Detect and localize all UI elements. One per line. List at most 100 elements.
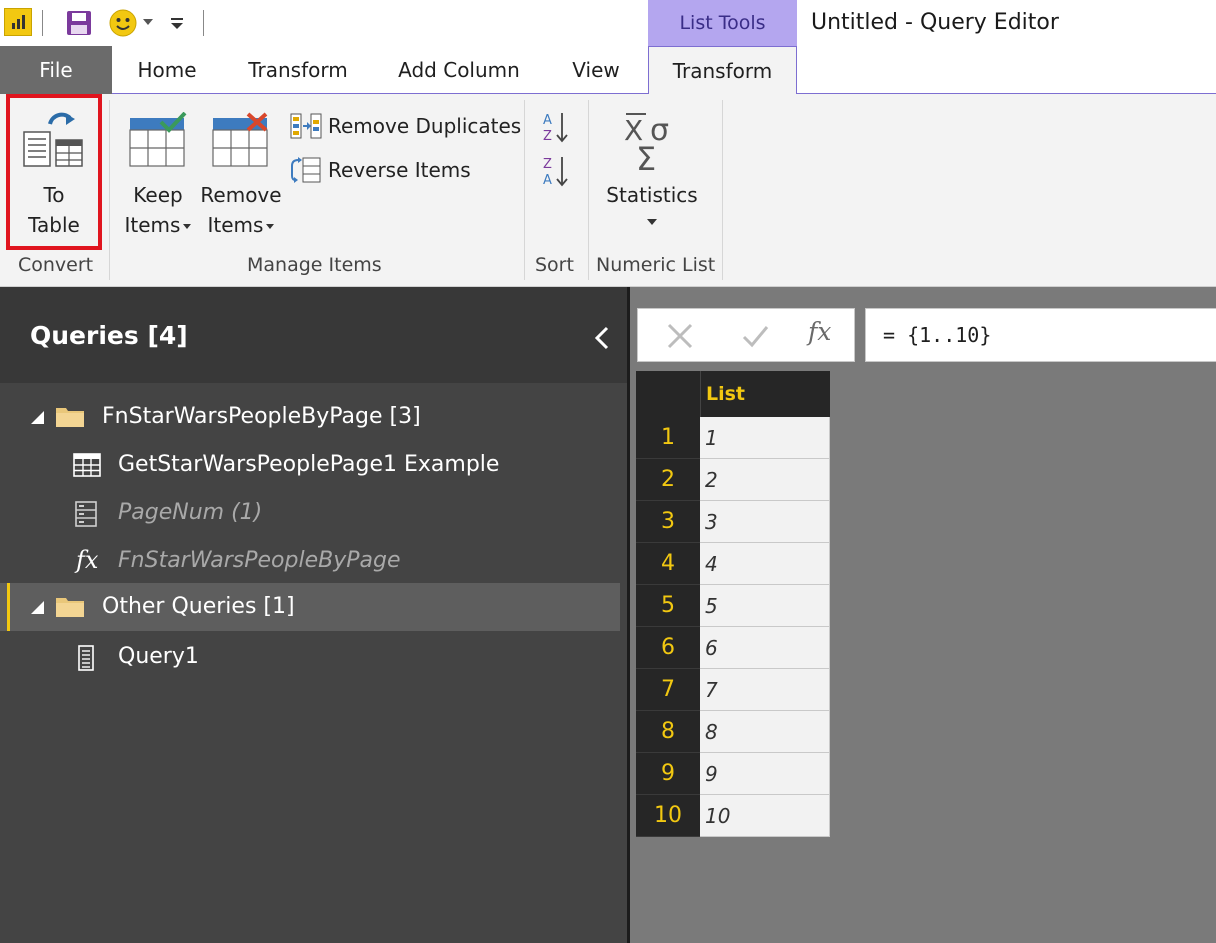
- chevron-down-icon: [183, 224, 192, 229]
- list-cell[interactable]: 5: [700, 585, 830, 627]
- remove-duplicates-icon: [290, 113, 322, 139]
- row-number[interactable]: 5: [636, 585, 700, 627]
- row-number[interactable]: 4: [636, 543, 700, 585]
- query-item-fnstarwarspeoplebypage[interactable]: fx FnStarWarsPeopleByPage: [0, 537, 627, 585]
- query-group-other-queries[interactable]: Other Queries [1]: [0, 583, 620, 631]
- query-group-label: FnStarWarsPeopleByPage [3]: [102, 404, 421, 429]
- tab-file[interactable]: File: [0, 46, 112, 94]
- list-cell[interactable]: 8: [700, 711, 830, 753]
- row-number[interactable]: 7: [636, 669, 700, 711]
- query-group-fnstarwarspeoplebypage[interactable]: FnStarWarsPeopleByPage [3]: [0, 393, 627, 441]
- table-row[interactable]: 55: [636, 585, 830, 627]
- list-tools-context-label: List Tools: [648, 0, 797, 46]
- customize-toolbar-icon[interactable]: [170, 16, 184, 30]
- chevron-down-icon[interactable]: [143, 19, 153, 25]
- table-row[interactable]: 11: [636, 417, 830, 459]
- row-number[interactable]: 10: [636, 795, 700, 837]
- queries-pane-title: Queries [4]: [30, 321, 188, 350]
- tab-add-column[interactable]: Add Column: [374, 46, 544, 94]
- sort-ascending-icon[interactable]: A Z: [540, 110, 570, 144]
- smiley-icon[interactable]: [109, 9, 137, 37]
- query-item-label: Query1: [118, 644, 199, 669]
- reverse-items-label: Reverse Items: [328, 158, 471, 182]
- group-divider: [109, 100, 110, 280]
- svg-text:Z: Z: [543, 157, 552, 172]
- manage-items-group-label: Manage Items: [247, 254, 382, 276]
- keep-items-button[interactable]: Keep Items: [118, 180, 198, 240]
- title-bar: List Tools Untitled - Query Editor: [0, 0, 1216, 46]
- group-divider: [588, 100, 589, 280]
- row-number[interactable]: 8: [636, 711, 700, 753]
- remove-duplicates-button[interactable]: Remove Duplicates: [290, 111, 521, 141]
- list-cell[interactable]: 10: [700, 795, 830, 837]
- chevron-left-icon[interactable]: [592, 325, 612, 351]
- keep-items-icon[interactable]: [129, 112, 187, 168]
- queries-pane-header: Queries [4]: [0, 287, 627, 383]
- row-number[interactable]: 9: [636, 753, 700, 795]
- list-cell[interactable]: 3: [700, 501, 830, 543]
- table-row[interactable]: 44: [636, 543, 830, 585]
- ribbon-tab-strip: File Home Transform Add Column View Tran…: [0, 46, 1216, 95]
- remove-items-button[interactable]: Remove Items: [198, 180, 284, 240]
- row-number[interactable]: 1: [636, 417, 700, 459]
- formula-input[interactable]: = {1..10}: [865, 308, 1216, 362]
- svg-text:A: A: [543, 113, 552, 128]
- row-number[interactable]: 6: [636, 627, 700, 669]
- toolbar-divider: [42, 10, 43, 36]
- numeric-list-group-label: Numeric List: [596, 254, 716, 276]
- chevron-down-icon[interactable]: [647, 219, 657, 225]
- tab-transform[interactable]: Transform: [222, 46, 374, 94]
- tab-list-tools-transform[interactable]: Transform: [648, 46, 797, 95]
- function-icon: fx: [76, 546, 99, 574]
- reverse-items-button[interactable]: Reverse Items: [290, 155, 471, 185]
- expand-triangle-icon[interactable]: [31, 411, 44, 424]
- column-header-list[interactable]: List: [700, 371, 830, 417]
- power-bi-logo-icon[interactable]: [4, 8, 32, 36]
- statistics-button[interactable]: Statistics: [598, 180, 706, 210]
- convert-group-label: Convert: [18, 254, 94, 276]
- list-cell[interactable]: 9: [700, 753, 830, 795]
- save-icon[interactable]: [66, 10, 92, 36]
- list-cell[interactable]: 2: [700, 459, 830, 501]
- list-cell[interactable]: 6: [700, 627, 830, 669]
- grid-corner-header[interactable]: [636, 371, 700, 417]
- query-item-getstarwarspeoplepage1-example[interactable]: GetStarWarsPeoplePage1 Example: [0, 441, 627, 489]
- table-icon: [73, 453, 101, 477]
- selection-indicator: [7, 583, 10, 631]
- query-item-pagenum[interactable]: PageNum (1): [0, 489, 627, 537]
- row-number[interactable]: 2: [636, 459, 700, 501]
- group-divider: [524, 100, 525, 280]
- list-icon: [78, 645, 94, 671]
- fx-button[interactable]: fx: [808, 317, 831, 346]
- table-row[interactable]: 77: [636, 669, 830, 711]
- table-row[interactable]: 99: [636, 753, 830, 795]
- list-cell[interactable]: 7: [700, 669, 830, 711]
- query-item-query1[interactable]: Query1: [0, 633, 627, 681]
- ribbon: To Table Convert Keep Items Remove Items: [0, 94, 1216, 287]
- row-number[interactable]: 3: [636, 501, 700, 543]
- to-table-icon: [23, 112, 83, 167]
- tab-home[interactable]: Home: [112, 46, 222, 94]
- list-cell[interactable]: 4: [700, 543, 830, 585]
- cancel-icon[interactable]: [665, 321, 695, 351]
- query-item-label: GetStarWarsPeoplePage1 Example: [118, 452, 500, 477]
- commit-check-icon[interactable]: [740, 321, 770, 351]
- svg-text:Z: Z: [543, 129, 552, 144]
- expand-triangle-icon[interactable]: [31, 601, 44, 614]
- table-row[interactable]: 33: [636, 501, 830, 543]
- svg-text:Σ: Σ: [636, 140, 656, 172]
- list-cell[interactable]: 1: [700, 417, 830, 459]
- sort-descending-icon[interactable]: Z A: [540, 154, 570, 188]
- table-row[interactable]: 10 10: [636, 795, 830, 837]
- table-row[interactable]: 66: [636, 627, 830, 669]
- window-title: Untitled - Query Editor: [811, 10, 1059, 35]
- table-row[interactable]: 88: [636, 711, 830, 753]
- tab-view[interactable]: View: [544, 46, 648, 94]
- remove-items-icon[interactable]: [212, 112, 270, 168]
- formula-bar-controls: fx: [637, 308, 855, 362]
- table-row[interactable]: 22: [636, 459, 830, 501]
- statistics-icon[interactable]: X σ Σ: [620, 110, 682, 172]
- reverse-items-icon: [291, 157, 321, 183]
- sort-group-label: Sort: [535, 254, 574, 276]
- remove-duplicates-label: Remove Duplicates: [328, 114, 522, 138]
